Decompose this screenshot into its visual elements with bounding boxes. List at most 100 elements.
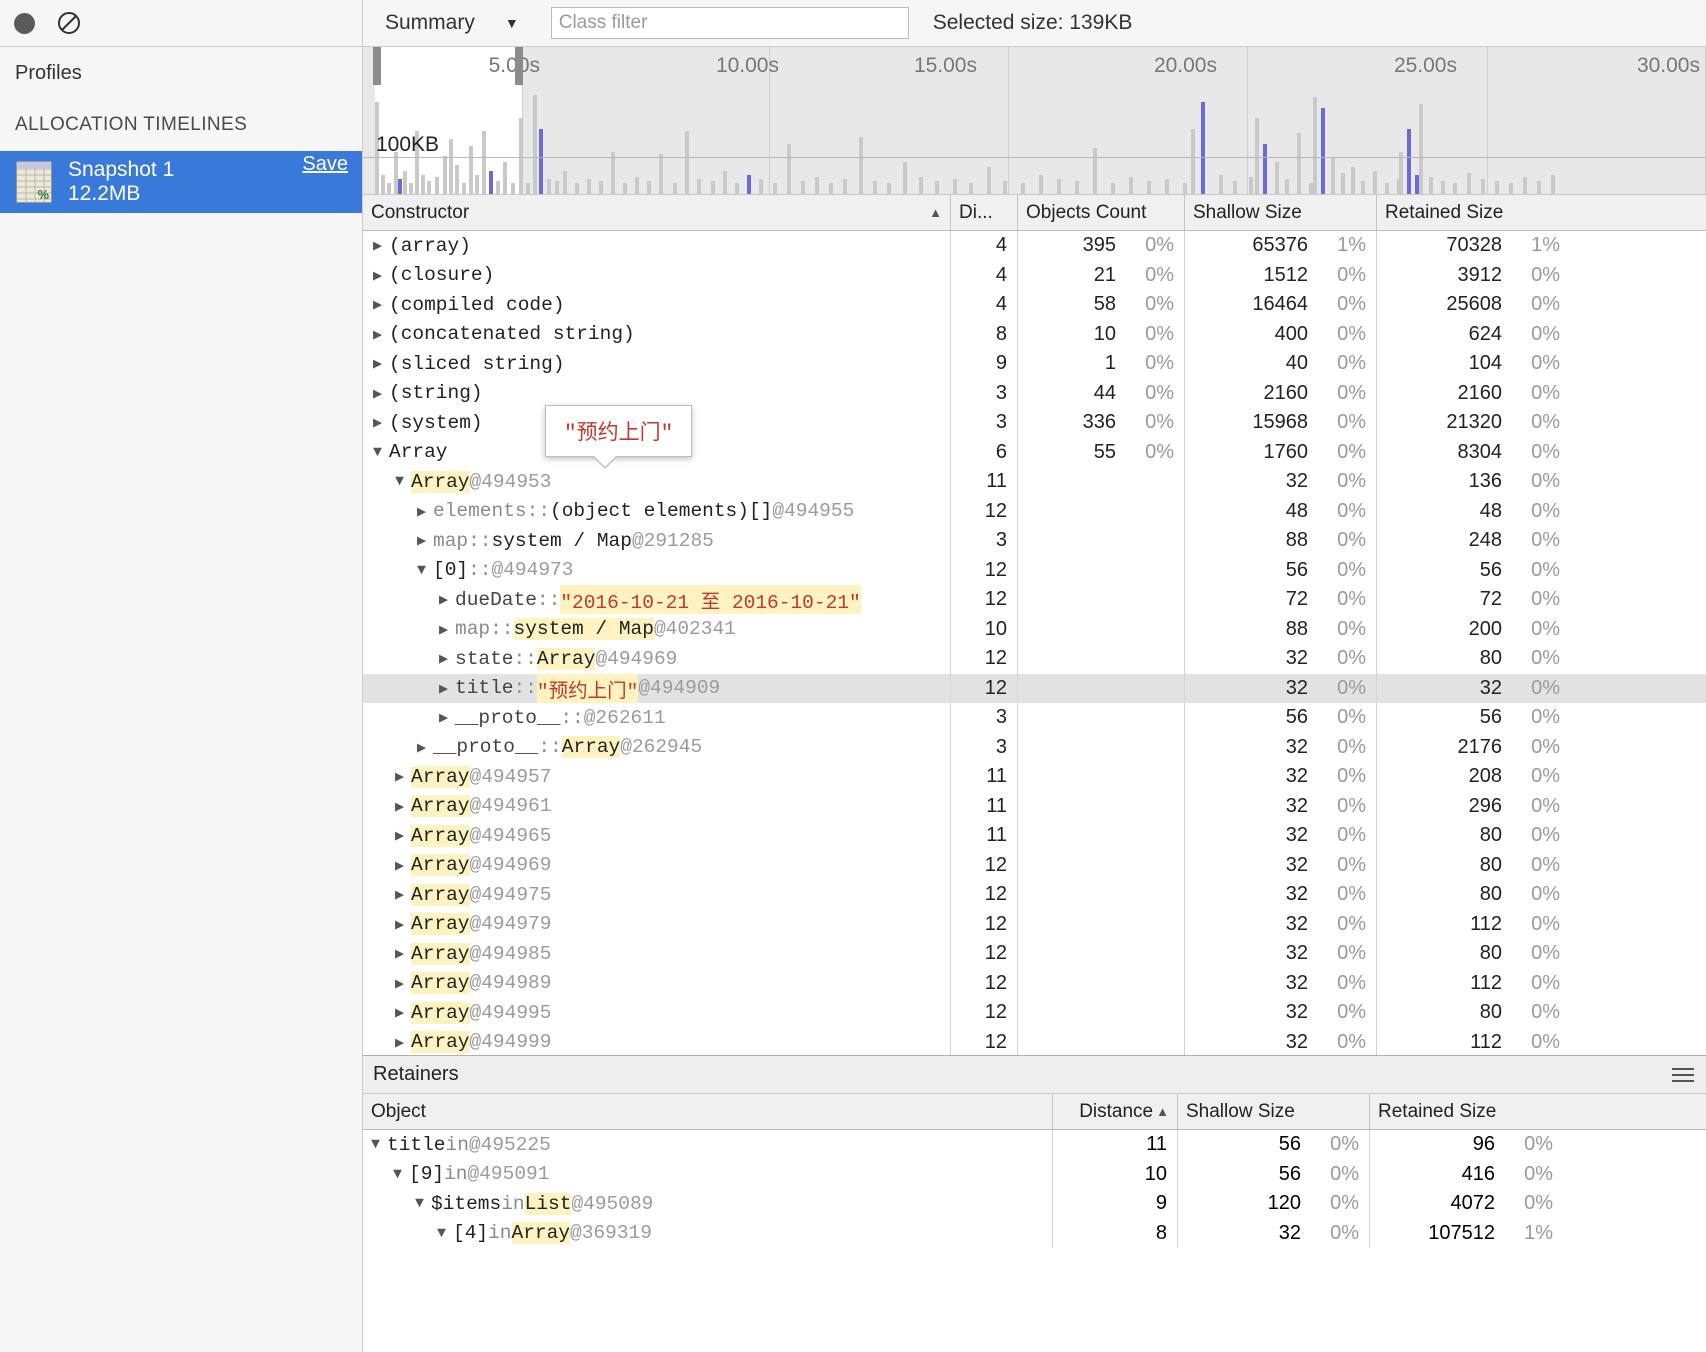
disclosure-triangle-closed-icon[interactable] bbox=[395, 915, 411, 934]
disclosure-triangle-closed-icon[interactable] bbox=[439, 708, 455, 727]
retainer-object-cell[interactable]: $items in List @495089 bbox=[363, 1189, 1053, 1219]
retainer-object-cell[interactable]: title in @495225 bbox=[363, 1130, 1053, 1160]
table-row[interactable]: Array @49496111320%2960% bbox=[363, 791, 1706, 821]
constructor-cell[interactable]: elements :: (object elements)[] @494955 bbox=[363, 496, 951, 526]
constructor-cell[interactable]: Array @494999 bbox=[363, 1027, 951, 1055]
constructor-cell[interactable]: (sliced string) bbox=[363, 349, 951, 379]
disclosure-triangle-closed-icon[interactable] bbox=[417, 738, 433, 757]
constructor-cell[interactable]: Array @494995 bbox=[363, 998, 951, 1028]
table-row[interactable]: Array @49497912320%1120% bbox=[363, 909, 1706, 939]
clear-icon[interactable] bbox=[57, 11, 81, 35]
constructor-cell[interactable]: Array @494979 bbox=[363, 909, 951, 939]
table-row[interactable]: Array @49496511320%800% bbox=[363, 821, 1706, 851]
column-header-retainer-retained-size[interactable]: Retained Size bbox=[1370, 1094, 1563, 1129]
disclosure-triangle-closed-icon[interactable] bbox=[395, 856, 411, 875]
retainer-object-cell[interactable]: [9] in @495091 bbox=[363, 1159, 1053, 1189]
constructor-cell[interactable]: Array @494969 bbox=[363, 850, 951, 880]
allocation-timeline-overview[interactable]: 100KB 5.00s 10.00s 15.00s 20.00s 25.00s … bbox=[363, 47, 1706, 195]
table-row[interactable]: __proto__ :: @2626113560%560% bbox=[363, 703, 1706, 733]
column-header-shallow-size[interactable]: Shallow Size bbox=[1185, 195, 1377, 230]
column-header-objects-count[interactable]: Objects Count bbox=[1018, 195, 1185, 230]
constructor-cell[interactable]: map :: system / Map @291285 bbox=[363, 526, 951, 556]
retainer-row[interactable]: $items in List @49508991200%40720% bbox=[363, 1189, 1706, 1219]
disclosure-triangle-closed-icon[interactable] bbox=[395, 1033, 411, 1052]
column-header-constructor[interactable]: Constructor ▲ bbox=[363, 195, 951, 230]
column-header-object[interactable]: Object bbox=[363, 1094, 1053, 1129]
constructor-cell[interactable]: Array @494957 bbox=[363, 762, 951, 792]
retainers-grid-body[interactable]: title in @49522511560%960%[9] in @495091… bbox=[363, 1130, 1706, 1248]
constructor-cell[interactable]: __proto__ :: Array @262945 bbox=[363, 732, 951, 762]
table-row[interactable]: (closure) 4 21 0% 1512 0% 3912 0% bbox=[363, 260, 1706, 290]
disclosure-triangle-closed-icon[interactable] bbox=[373, 295, 389, 314]
disclosure-triangle-closed-icon[interactable] bbox=[395, 826, 411, 845]
disclosure-triangle-open-icon[interactable] bbox=[417, 562, 433, 579]
disclosure-triangle-closed-icon[interactable] bbox=[395, 974, 411, 993]
disclosure-triangle-closed-icon[interactable] bbox=[373, 266, 389, 285]
column-header-distance[interactable]: Di... bbox=[951, 195, 1018, 230]
table-row[interactable]: Array @49495711320%2080% bbox=[363, 762, 1706, 792]
disclosure-triangle-closed-icon[interactable] bbox=[395, 1003, 411, 1022]
table-row[interactable]: title :: "预约上门" @49490912320%320% bbox=[363, 673, 1706, 703]
disclosure-triangle-open-icon[interactable] bbox=[373, 444, 389, 461]
constructor-cell[interactable]: map :: system / Map @402341 bbox=[363, 614, 951, 644]
retainer-row[interactable]: [9] in @49509110560%4160% bbox=[363, 1159, 1706, 1189]
column-header-retainer-distance[interactable]: Distance ▲ bbox=[1053, 1094, 1178, 1129]
table-row[interactable]: (array) 4 395 0% 65376 1% 70328 1% bbox=[363, 231, 1706, 261]
table-row[interactable]: map :: system / Map @2912853880%2480% bbox=[363, 526, 1706, 556]
constructor-cell[interactable]: Array @494985 bbox=[363, 939, 951, 969]
disclosure-triangle-open-icon[interactable] bbox=[395, 473, 411, 490]
table-row[interactable]: Array @49497512320%800% bbox=[363, 880, 1706, 910]
constructor-cell[interactable]: (closure) bbox=[363, 260, 951, 290]
table-row[interactable]: Array @49499512320%800% bbox=[363, 998, 1706, 1028]
disclosure-triangle-open-icon[interactable] bbox=[393, 1166, 409, 1183]
constructor-cell[interactable]: title :: "预约上门" @494909 bbox=[363, 673, 951, 703]
disclosure-triangle-closed-icon[interactable] bbox=[373, 413, 389, 432]
table-row[interactable]: (compiled code) 4 58 0% 16464 0% 25608 0% bbox=[363, 290, 1706, 320]
disclosure-triangle-closed-icon[interactable] bbox=[373, 325, 389, 344]
table-row[interactable]: (string) 3 44 0% 2160 0% 2160 0% bbox=[363, 378, 1706, 408]
column-header-retainer-shallow-size[interactable]: Shallow Size bbox=[1178, 1094, 1370, 1129]
retainer-row[interactable]: [4] in Array @3693198320%1075121% bbox=[363, 1218, 1706, 1248]
constructor-cell[interactable]: Array @494975 bbox=[363, 880, 951, 910]
constructor-cell[interactable]: (string) bbox=[363, 378, 951, 408]
record-icon[interactable] bbox=[14, 12, 35, 34]
constructor-cell[interactable]: dueDate :: "2016-10-21 至 2016-10-21" bbox=[363, 585, 951, 615]
table-row[interactable]: __proto__ :: Array @2629453320%21760% bbox=[363, 732, 1706, 762]
constructor-cell[interactable]: (concatenated string) bbox=[363, 319, 951, 349]
column-header-retained-size[interactable]: Retained Size bbox=[1377, 195, 1570, 230]
timeline-selection-handle-left[interactable] bbox=[373, 47, 381, 85]
disclosure-triangle-closed-icon[interactable] bbox=[395, 767, 411, 786]
table-row[interactable]: map :: system / Map @40234110880%2000% bbox=[363, 614, 1706, 644]
constructor-cell[interactable]: (compiled code) bbox=[363, 290, 951, 320]
disclosure-triangle-open-icon[interactable] bbox=[371, 1136, 387, 1153]
disclosure-triangle-closed-icon[interactable] bbox=[439, 590, 455, 609]
save-snapshot-link[interactable]: Save bbox=[302, 153, 348, 176]
disclosure-triangle-closed-icon[interactable] bbox=[373, 384, 389, 403]
disclosure-triangle-closed-icon[interactable] bbox=[417, 531, 433, 550]
table-row[interactable]: Array @49498512320%800% bbox=[363, 939, 1706, 969]
table-row[interactable]: [0] :: @49497312560%560% bbox=[363, 555, 1706, 585]
table-row[interactable]: state :: Array @49496912320%800% bbox=[363, 644, 1706, 674]
table-row[interactable]: (concatenated string) 8 10 0% 400 0% 624 0% bbox=[363, 319, 1706, 349]
table-row[interactable]: elements :: (object elements)[] @4949551… bbox=[363, 496, 1706, 526]
view-mode-select[interactable]: Summary ▼ bbox=[385, 11, 519, 35]
table-row[interactable]: Array @49495311320%1360% bbox=[363, 467, 1706, 497]
table-row[interactable]: (sliced string) 9 1 0% 40 0% 104 0% bbox=[363, 349, 1706, 379]
constructor-cell[interactable]: __proto__ :: @262611 bbox=[363, 703, 951, 733]
table-row[interactable]: Array @49499912320%1120% bbox=[363, 1027, 1706, 1055]
constructor-cell[interactable]: state :: Array @494969 bbox=[363, 644, 951, 674]
table-row[interactable]: Array @49496912320%800% bbox=[363, 850, 1706, 880]
disclosure-triangle-closed-icon[interactable] bbox=[395, 885, 411, 904]
disclosure-triangle-closed-icon[interactable] bbox=[373, 236, 389, 255]
constructor-cell[interactable]: Array @494961 bbox=[363, 791, 951, 821]
disclosure-triangle-closed-icon[interactable] bbox=[395, 797, 411, 816]
disclosure-triangle-open-icon[interactable] bbox=[437, 1225, 453, 1242]
table-row[interactable]: Array @49498912320%1120% bbox=[363, 968, 1706, 998]
retainer-row[interactable]: title in @49522511560%960% bbox=[363, 1130, 1706, 1160]
disclosure-triangle-closed-icon[interactable] bbox=[439, 620, 455, 639]
class-filter-input[interactable] bbox=[550, 7, 909, 39]
disclosure-triangle-open-icon[interactable] bbox=[415, 1195, 431, 1212]
menu-icon[interactable] bbox=[1672, 1067, 1694, 1082]
disclosure-triangle-closed-icon[interactable] bbox=[395, 944, 411, 963]
constructor-cell[interactable]: (array) bbox=[363, 231, 951, 261]
